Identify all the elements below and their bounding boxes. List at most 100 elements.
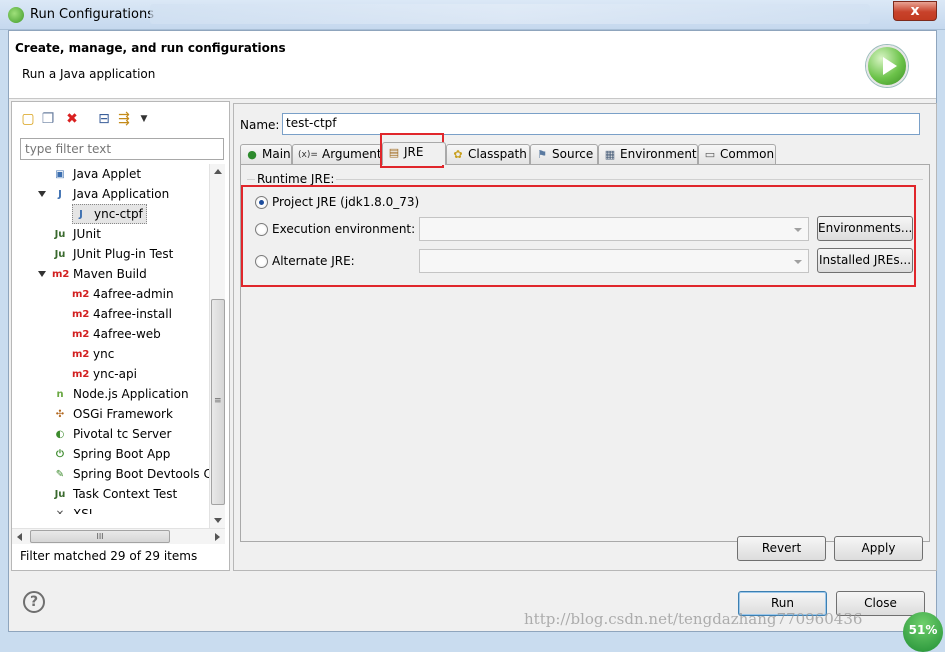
tree-item-label: XSL	[73, 507, 96, 514]
project-jre-option[interactable]: Project JRE (jdk1.8.0_73)	[255, 192, 419, 212]
tree-item-label: Task Context Test	[73, 487, 178, 501]
execution-env-radio[interactable]	[255, 223, 268, 236]
configuration-editor: Name: test-ctpf ● Main (x)= Arguments ▤ JRE ✿ C…	[233, 103, 937, 571]
revert-button[interactable]: Revert	[737, 536, 826, 561]
tree-item[interactable]: Jync-ctpf	[72, 204, 147, 224]
tree-item-label: 4afree-admin	[93, 287, 174, 301]
maven-launch-icon: m2	[72, 328, 90, 340]
maven-launch-icon: m2	[72, 288, 90, 300]
tab-arguments[interactable]: (x)= Arguments	[292, 144, 388, 164]
dialog-header: Create, manage, and run configurations R…	[9, 31, 936, 99]
tree-horizontal-scrollbar[interactable]: III	[12, 528, 225, 544]
horizontal-scroll-thumb[interactable]: III	[30, 530, 170, 543]
filter-input[interactable]	[20, 138, 224, 160]
tree-item-label: JUnit Plug-in Test	[73, 247, 174, 261]
tree-item-label: Java Application	[73, 187, 170, 201]
help-icon[interactable]: ?	[23, 591, 45, 613]
tab-source[interactable]: ⚑ Source	[530, 144, 598, 164]
tree-item[interactable]: Ju JUnit	[52, 224, 101, 244]
environments-button[interactable]: Environments...	[817, 216, 913, 241]
collapse-all-icon[interactable]: ⊟	[96, 111, 112, 127]
maven-icon: m2	[52, 268, 70, 280]
tree-item-label: Spring Boot Devtools Cli	[73, 467, 210, 481]
run-banner-icon	[866, 45, 908, 87]
common-tab-icon: ▭	[704, 147, 716, 161]
tab-environment[interactable]: ▦ Environment	[598, 144, 698, 164]
installed-jres-button[interactable]: Installed JREs...	[817, 248, 913, 273]
tree-toolbar: ▢ ❐ ✖ ⊟ ⇶ ▼	[18, 108, 218, 130]
tab-label: Source	[552, 147, 594, 161]
header-title: Create, manage, and run configurations	[15, 41, 286, 55]
expand-chevron-down-icon[interactable]	[38, 191, 46, 197]
tree-item[interactable]: ⏻ Spring Boot App	[52, 444, 170, 464]
tree-item[interactable]: Ju Task Context Test	[52, 484, 178, 504]
duplicate-config-icon[interactable]: ❐	[40, 111, 56, 127]
tree-item[interactable]: n Node.js Application	[52, 384, 188, 404]
spring-boot-icon: ⏻	[56, 448, 64, 460]
apply-button[interactable]: Apply	[834, 536, 923, 561]
tree-item-label: 4afree-install	[93, 307, 172, 321]
tree-item[interactable]: m2 4afree-web	[72, 324, 161, 344]
alternate-jre-select[interactable]	[419, 249, 809, 273]
jre-tab-panel: Runtime JRE: Project JRE (jdk1.8.0_73) E…	[240, 164, 930, 542]
config-tabs: ● Main (x)= Arguments ▤ JRE ✿ Classpath ⚑ Source ▦…	[240, 142, 930, 165]
java-applet-icon: ▣	[55, 168, 65, 180]
tab-label: Classpath	[468, 147, 527, 161]
tree-item[interactable]: Ju JUnit Plug-in Test	[52, 244, 174, 264]
expand-chevron-down-icon[interactable]	[38, 271, 46, 277]
thumb-grip: ≡	[214, 396, 222, 406]
tab-label: JRE	[404, 145, 424, 159]
scroll-right-icon[interactable]	[215, 533, 220, 541]
tree-item[interactable]: m2 4afree-install	[72, 304, 172, 324]
tree-item[interactable]: m2 ync	[72, 344, 114, 364]
tree-item[interactable]: ▣ Java Applet	[52, 164, 141, 184]
window-close-button[interactable]: x	[893, 1, 937, 21]
tab-common[interactable]: ▭ Common	[698, 144, 776, 164]
scroll-up-icon[interactable]	[214, 169, 222, 174]
execution-env-option[interactable]: Execution environment:	[255, 219, 415, 239]
classpath-tab-icon: ✿	[453, 147, 463, 161]
tab-classpath[interactable]: ✿ Classpath	[446, 144, 530, 164]
tree-item-label: ync-ctpf	[94, 207, 143, 221]
tree-item-label: 4afree-web	[93, 327, 161, 341]
tab-label: Main	[262, 147, 291, 161]
tree-item[interactable]: m2 Maven Build	[38, 264, 147, 284]
tab-main[interactable]: ● Main	[240, 144, 292, 164]
pivotal-icon: ◐	[55, 428, 65, 440]
tree-item-label: ync-api	[93, 367, 137, 381]
tree-vertical-scrollbar[interactable]: ≡	[209, 164, 225, 528]
jre-tab-icon: ▤	[388, 145, 400, 159]
alternate-jre-radio[interactable]	[255, 255, 268, 268]
name-input[interactable]: test-ctpf	[282, 113, 920, 135]
tree-item[interactable]: ◐ Pivotal tc Server	[52, 424, 172, 444]
name-label: Name:	[240, 118, 280, 132]
scroll-left-icon[interactable]	[17, 533, 22, 541]
vertical-scroll-thumb[interactable]: ≡	[211, 299, 225, 505]
configuration-tree: ▣ Java Applet J Java Application Jync-ctpf Ju…	[12, 164, 210, 514]
tab-jre[interactable]: ▤ JRE	[382, 142, 446, 165]
project-jre-radio[interactable]	[255, 196, 268, 209]
alternate-jre-option[interactable]: Alternate JRE:	[255, 251, 355, 271]
java-application-icon: J	[58, 188, 62, 200]
java-launch-icon: J	[79, 208, 83, 220]
filter-config-icon[interactable]: ⇶	[116, 111, 132, 127]
window-title: Run Configurations	[30, 7, 154, 22]
tree-item[interactable]: ✕ XSL	[52, 504, 96, 514]
tree-item-label: JUnit	[73, 227, 101, 241]
junit-plugin-icon: Ju	[54, 248, 66, 260]
tree-item[interactable]: ✎ Spring Boot Devtools Cli	[52, 464, 210, 484]
tree-item[interactable]: m2 ync-api	[72, 364, 137, 384]
tree-item[interactable]: m2 4afree-admin	[72, 284, 174, 304]
tree-item-label: Java Applet	[73, 167, 142, 181]
view-menu-chevron-down-icon[interactable]: ▼	[136, 111, 152, 127]
delete-config-icon[interactable]: ✖	[64, 111, 80, 127]
tree-item[interactable]: ✣ OSGi Framework	[52, 404, 173, 424]
arguments-tab-icon: (x)=	[298, 149, 318, 160]
scroll-down-icon[interactable]	[214, 518, 222, 523]
spring-devtools-icon: ✎	[55, 468, 65, 480]
execution-env-select[interactable]	[419, 217, 809, 241]
new-config-icon[interactable]: ▢	[20, 111, 36, 127]
tree-item[interactable]: J Java Application	[38, 184, 170, 204]
tree-item-label: Spring Boot App	[73, 447, 171, 461]
maven-launch-icon: m2	[72, 308, 90, 320]
